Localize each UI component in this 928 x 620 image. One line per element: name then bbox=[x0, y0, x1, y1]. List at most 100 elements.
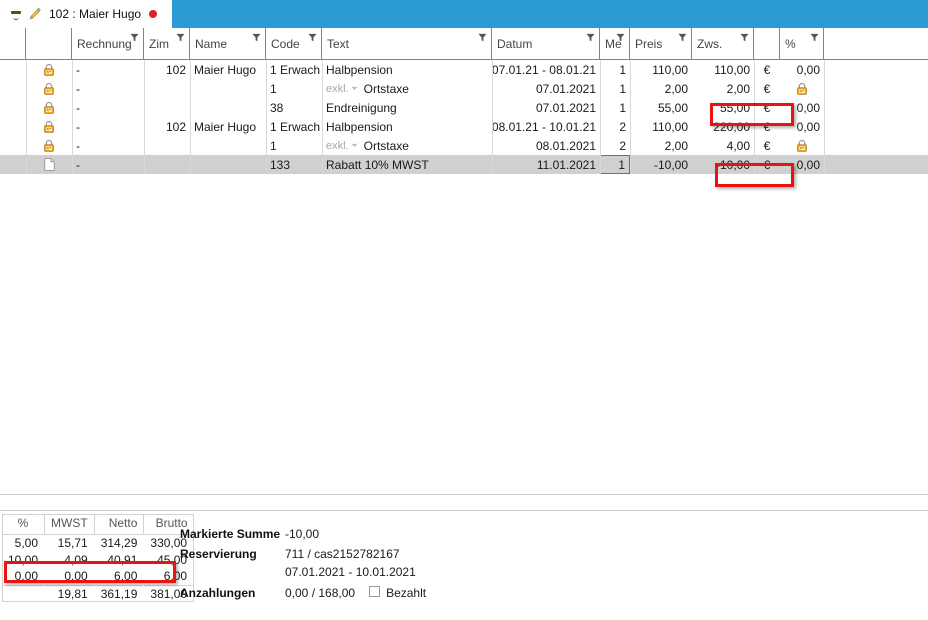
filter-icon[interactable] bbox=[176, 33, 185, 42]
cell-rechnung[interactable]: - bbox=[72, 155, 144, 174]
cell-state-lock-icon[interactable] bbox=[26, 98, 72, 117]
cell-preis[interactable]: 55,00 bbox=[630, 98, 692, 117]
cell-code[interactable]: 1 bbox=[266, 136, 322, 155]
cell-me-focused[interactable]: 1 bbox=[600, 155, 630, 174]
column-header-me[interactable]: Me bbox=[600, 28, 630, 59]
column-header-pct[interactable]: % bbox=[780, 28, 824, 59]
cell-sel[interactable] bbox=[0, 155, 26, 174]
column-header-text[interactable]: Text bbox=[322, 28, 492, 59]
cell-zws[interactable]: 110,00 bbox=[692, 60, 754, 79]
table-row[interactable]: -133 Rabatt 10% MWST 11.01.2021 1 -10,00 -10,… bbox=[0, 155, 928, 174]
cell-rest[interactable] bbox=[824, 79, 928, 98]
cell-sel[interactable] bbox=[0, 117, 26, 136]
cell-state-doc-icon[interactable] bbox=[26, 155, 72, 174]
cell-name[interactable]: Maier Hugo bbox=[190, 117, 266, 136]
filter-icon[interactable] bbox=[478, 33, 487, 42]
cell-rest[interactable] bbox=[824, 117, 928, 136]
cell-rechnung[interactable]: - bbox=[72, 117, 144, 136]
cell-datum[interactable]: 08.01.2021 bbox=[492, 136, 600, 155]
cell-cur[interactable]: € bbox=[754, 136, 780, 155]
cell-code[interactable]: 133 bbox=[266, 155, 322, 174]
table-row[interactable]: -102 Maier Hugo 1 Erwach Halbpension 08.01.2… bbox=[0, 117, 928, 136]
cell-state-lock-icon[interactable] bbox=[26, 60, 72, 79]
cell-pct[interactable]: 0,00 bbox=[780, 155, 824, 174]
cell-me[interactable]: 1 bbox=[600, 60, 630, 79]
column-header-cur[interactable] bbox=[754, 28, 780, 59]
cell-datum[interactable]: 11.01.2021 bbox=[492, 155, 600, 174]
cell-pct[interactable] bbox=[780, 79, 824, 98]
cell-preis[interactable]: 2,00 bbox=[630, 136, 692, 155]
cell-me[interactable]: 2 bbox=[600, 117, 630, 136]
cell-rest[interactable] bbox=[824, 60, 928, 79]
chevron-down-icon[interactable] bbox=[351, 143, 358, 148]
tab-guest-102[interactable]: 102 : Maier Hugo bbox=[0, 0, 172, 28]
paid-checkbox[interactable] bbox=[369, 586, 381, 597]
cell-sel[interactable] bbox=[0, 136, 26, 155]
cell-name[interactable] bbox=[190, 79, 266, 98]
table-row[interactable]: -102 Maier Hugo 1 Erwach Halbpension 07.01.2… bbox=[0, 60, 928, 79]
cell-preis[interactable]: -10,00 bbox=[630, 155, 692, 174]
cell-zws[interactable]: 4,00 bbox=[692, 136, 754, 155]
cell-zws[interactable]: 2,00 bbox=[692, 79, 754, 98]
cell-rest[interactable] bbox=[824, 98, 928, 117]
cell-zim[interactable]: 102 bbox=[144, 117, 190, 136]
cell-state-lock-icon[interactable] bbox=[26, 117, 72, 136]
cell-pct[interactable]: 0,00 bbox=[780, 60, 824, 79]
cell-name[interactable] bbox=[190, 155, 266, 174]
cell-me[interactable]: 1 bbox=[600, 98, 630, 117]
filter-icon[interactable] bbox=[130, 33, 139, 42]
column-header-preis[interactable]: Preis bbox=[630, 28, 692, 59]
cell-name[interactable] bbox=[190, 98, 266, 117]
cell-rechnung[interactable]: - bbox=[72, 98, 144, 117]
chevron-down-icon[interactable] bbox=[351, 86, 358, 91]
cell-rechnung[interactable]: - bbox=[72, 60, 144, 79]
column-header-sel[interactable] bbox=[0, 28, 26, 59]
cell-zim[interactable] bbox=[144, 79, 190, 98]
cell-rechnung[interactable]: - bbox=[72, 79, 144, 98]
filter-icon[interactable] bbox=[740, 33, 749, 42]
column-header-name[interactable]: Name bbox=[190, 28, 266, 59]
cell-pct[interactable] bbox=[780, 136, 824, 155]
cell-zws[interactable]: 220,00 bbox=[692, 117, 754, 136]
cell-state-lock-icon[interactable] bbox=[26, 136, 72, 155]
cell-state-lock-icon[interactable] bbox=[26, 79, 72, 98]
table-row[interactable]: -38 Endreinigung 07.01.2021 1 55,00 55,00 €0,0… bbox=[0, 98, 928, 117]
cell-name[interactable]: Maier Hugo bbox=[190, 60, 266, 79]
cell-datum[interactable]: 08.01.21 - 10.01.21 bbox=[492, 117, 600, 136]
table-row[interactable]: -1 exkl. Ortstaxe 07.01.2021 1 2,00 2,00 € bbox=[0, 79, 928, 98]
column-header-rechnung[interactable]: Rechnung bbox=[72, 28, 144, 59]
cell-code[interactable]: 38 bbox=[266, 98, 322, 117]
cell-name[interactable] bbox=[190, 136, 266, 155]
filter-icon[interactable] bbox=[810, 33, 819, 42]
cell-text[interactable]: Halbpension bbox=[322, 60, 492, 79]
cell-text[interactable]: exkl. Ortstaxe bbox=[322, 79, 492, 98]
cell-datum[interactable]: 07.01.2021 bbox=[492, 98, 600, 117]
cell-cur[interactable]: € bbox=[754, 155, 780, 174]
cell-rest[interactable] bbox=[824, 155, 928, 174]
cell-code[interactable]: 1 Erwach bbox=[266, 60, 322, 79]
cell-cur[interactable]: € bbox=[754, 98, 780, 117]
table-row[interactable]: - 1 exkl. Ortstaxe 08.01.2021 2 2,00 4,00 € bbox=[0, 136, 928, 155]
cell-text[interactable]: Halbpension bbox=[322, 117, 492, 136]
filter-icon[interactable] bbox=[678, 33, 687, 42]
positions-grid[interactable]: -102 Maier Hugo 1 Erwach Halbpension 07.01.2… bbox=[0, 60, 928, 494]
pencil-icon[interactable] bbox=[28, 7, 42, 21]
cell-preis[interactable]: 110,00 bbox=[630, 117, 692, 136]
cell-text[interactable]: exkl. Ortstaxe bbox=[322, 136, 492, 155]
column-header-zim[interactable]: Zim bbox=[144, 28, 190, 59]
cell-me[interactable]: 2 bbox=[600, 136, 630, 155]
cell-text[interactable]: Endreinigung bbox=[322, 98, 492, 117]
column-header-state[interactable] bbox=[26, 28, 72, 59]
cell-zws[interactable]: 55,00 bbox=[692, 98, 754, 117]
cell-zim[interactable] bbox=[144, 155, 190, 174]
filter-icon[interactable] bbox=[586, 33, 595, 42]
reservation-value[interactable]: 711 / cas2152782167 bbox=[285, 547, 400, 561]
column-header-zws[interactable]: Zws. bbox=[692, 28, 754, 59]
cell-pct[interactable]: 0,00 bbox=[780, 98, 824, 117]
cell-datum[interactable]: 07.01.21 - 08.01.21 bbox=[492, 60, 600, 79]
cell-cur[interactable]: € bbox=[754, 79, 780, 98]
cell-me[interactable]: 1 bbox=[600, 79, 630, 98]
cell-sel[interactable] bbox=[0, 98, 26, 117]
filter-icon[interactable] bbox=[252, 33, 261, 42]
filter-icon[interactable] bbox=[308, 33, 317, 42]
